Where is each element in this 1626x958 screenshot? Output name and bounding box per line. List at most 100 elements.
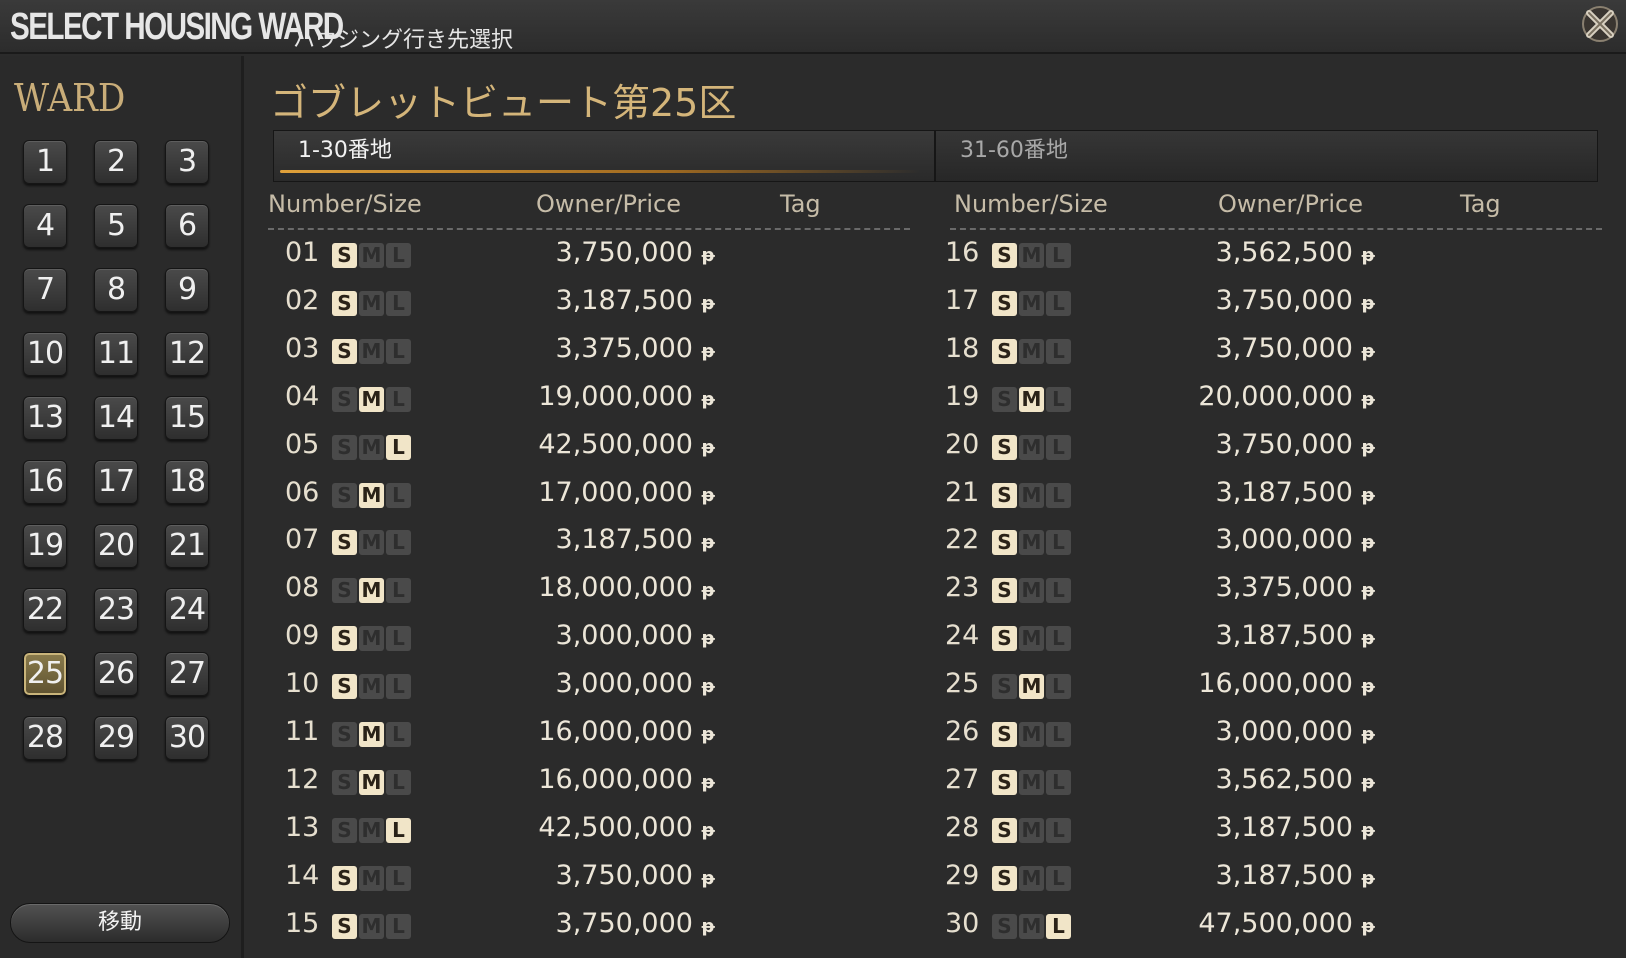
size-s-badge: S	[332, 865, 357, 891]
plot-price-value: 3,187,500	[1215, 620, 1353, 652]
ward-button-11[interactable]: 11	[94, 332, 138, 376]
plot-row[interactable]: 06 S M L 17,000,000 ᵽ	[285, 473, 715, 517]
plot-row[interactable]: 02 S M L 3,187,500 ᵽ	[285, 281, 715, 325]
ward-button-5[interactable]: 5	[94, 204, 138, 248]
ward-button-24[interactable]: 24	[165, 588, 209, 632]
plot-row[interactable]: 04 S M L 19,000,000 ᵽ	[285, 377, 715, 421]
size-l-badge: L	[386, 482, 411, 508]
plot-price: 3,000,000 ᵽ	[556, 668, 715, 699]
plot-row[interactable]: 09 S M L 3,000,000 ᵽ	[285, 616, 715, 660]
ward-button-10[interactable]: 10	[23, 332, 67, 376]
ward-button-6[interactable]: 6	[165, 204, 209, 248]
ward-button-23[interactable]: 23	[94, 588, 138, 632]
plot-row[interactable]: 03 S M L 3,375,000 ᵽ	[285, 329, 715, 373]
plot-size-indicator: SML	[332, 817, 411, 843]
plot-row[interactable]: 26 S M L 3,000,000 ᵽ	[945, 712, 1375, 756]
plot-row[interactable]: 05 S M L 42,500,000 ᵽ	[285, 425, 715, 469]
ward-button-16[interactable]: 16	[23, 460, 67, 504]
ward-button-4[interactable]: 4	[23, 204, 67, 248]
gil-currency-icon: ᵽ	[701, 532, 715, 554]
plot-number: 19	[945, 380, 980, 412]
size-l-badge: L	[386, 434, 411, 460]
ward-button-30[interactable]: 30	[165, 716, 209, 760]
plot-row[interactable]: 22 S M L 3,000,000 ᵽ	[945, 520, 1375, 564]
plot-row[interactable]: 13 S M L 42,500,000 ᵽ	[285, 808, 715, 852]
plot-row[interactable]: 12 S M L 16,000,000 ᵽ	[285, 760, 715, 804]
ward-button-17[interactable]: 17	[94, 460, 138, 504]
plot-row[interactable]: 10 S M L 3,000,000 ᵽ	[285, 664, 715, 708]
plot-price-value: 3,750,000	[1215, 332, 1353, 364]
plot-row[interactable]: 30 S M L 47,500,000 ᵽ	[945, 904, 1375, 948]
plot-size-indicator: SML	[992, 243, 1071, 268]
tab-plots-31-60[interactable]: 31-60番地	[935, 130, 1598, 182]
plot-row[interactable]: 24 S M L 3,187,500 ᵽ	[945, 616, 1375, 660]
plot-number: 17	[945, 284, 980, 316]
plot-number: 08	[285, 572, 320, 604]
size-m-badge: M	[359, 386, 384, 412]
plot-price-value: 3,000,000	[1215, 716, 1353, 747]
size-s-badge: S	[992, 290, 1017, 316]
ward-button-29[interactable]: 29	[94, 716, 138, 760]
ward-button-1[interactable]: 1	[23, 140, 67, 184]
plot-row[interactable]: 11 S M L 16,000,000 ᵽ	[285, 712, 715, 756]
ward-button-9[interactable]: 9	[165, 268, 209, 312]
size-s-badge: S	[332, 290, 357, 316]
size-m-badge: M	[359, 722, 384, 747]
plot-row[interactable]: 15 S M L 3,750,000 ᵽ	[285, 904, 715, 948]
plot-size-indicator: SML	[332, 865, 411, 891]
plot-row[interactable]: 08 S M L 18,000,000 ᵽ	[285, 568, 715, 612]
plot-row[interactable]: 20 S M L 3,750,000 ᵽ	[945, 425, 1375, 469]
plot-row[interactable]: 18 S M L 3,750,000 ᵽ	[945, 329, 1375, 373]
plot-number: 04	[285, 380, 320, 412]
plot-row[interactable]: 23 S M L 3,375,000 ᵽ	[945, 568, 1375, 612]
plot-row[interactable]: 17 S M L 3,750,000 ᵽ	[945, 281, 1375, 325]
gil-currency-icon: ᵽ	[1361, 676, 1375, 698]
plot-price: 18,000,000 ᵽ	[538, 572, 715, 603]
plot-number: 05	[285, 428, 320, 460]
ward-button-14[interactable]: 14	[94, 396, 138, 440]
ward-button-12[interactable]: 12	[165, 332, 209, 376]
plot-row[interactable]: 25 S M L 16,000,000 ᵽ	[945, 664, 1375, 708]
plot-price: 3,750,000 ᵽ	[1216, 429, 1375, 460]
ward-button-20[interactable]: 20	[94, 524, 138, 568]
ward-button-19[interactable]: 19	[23, 524, 67, 568]
header-tag: Tag	[1460, 190, 1501, 218]
tab-plots-1-30[interactable]: 1-30番地	[273, 130, 935, 182]
ward-button-27[interactable]: 27	[165, 652, 209, 696]
plot-row[interactable]: 29 S M L 3,187,500 ᵽ	[945, 856, 1375, 900]
ward-button-18[interactable]: 18	[165, 460, 209, 504]
size-m-badge: M	[359, 530, 384, 556]
plot-row[interactable]: 14 S M L 3,750,000 ᵽ	[285, 856, 715, 900]
ward-button-25[interactable]: 25	[23, 652, 67, 696]
ward-button-26[interactable]: 26	[94, 652, 138, 696]
ward-button-3[interactable]: 3	[165, 140, 209, 184]
plot-row[interactable]: 19 S M L 20,000,000 ᵽ	[945, 377, 1375, 421]
plot-price-value: 47,500,000	[1198, 907, 1353, 939]
gil-currency-icon: ᵽ	[1361, 915, 1375, 937]
plot-row[interactable]: 07 S M L 3,187,500 ᵽ	[285, 520, 715, 564]
ward-button-15[interactable]: 15	[165, 396, 209, 440]
plot-price-value: 42,500,000	[538, 811, 693, 843]
move-button[interactable]: 移動	[10, 903, 230, 943]
plot-row[interactable]: 21 S M L 3,187,500 ᵽ	[945, 473, 1375, 517]
ward-button-21[interactable]: 21	[165, 524, 209, 568]
close-icon[interactable]	[1580, 4, 1620, 44]
plot-row[interactable]: 01 S M L 3,750,000 ᵽ	[285, 233, 715, 277]
size-l-badge: L	[1046, 674, 1071, 700]
plot-row[interactable]: 28 S M L 3,187,500 ᵽ	[945, 808, 1375, 852]
size-l-badge: L	[386, 674, 411, 700]
plot-price-value: 3,562,500	[1215, 237, 1353, 268]
ward-button-13[interactable]: 13	[23, 396, 67, 440]
size-l-badge: L	[386, 865, 411, 891]
plot-row[interactable]: 16 S M L 3,562,500 ᵽ	[945, 233, 1375, 277]
ward-button-7[interactable]: 7	[23, 268, 67, 312]
plot-row[interactable]: 27 S M L 3,562,500 ᵽ	[945, 760, 1375, 804]
ward-button-8[interactable]: 8	[94, 268, 138, 312]
ward-button-2[interactable]: 2	[94, 140, 138, 184]
plot-price-value: 3,187,500	[1215, 811, 1353, 843]
gil-currency-icon: ᵽ	[701, 819, 715, 841]
ward-button-28[interactable]: 28	[23, 716, 67, 760]
header-number-size: Number/Size	[268, 190, 422, 218]
ward-button-22[interactable]: 22	[23, 588, 67, 632]
size-m-badge: M	[1019, 338, 1044, 364]
